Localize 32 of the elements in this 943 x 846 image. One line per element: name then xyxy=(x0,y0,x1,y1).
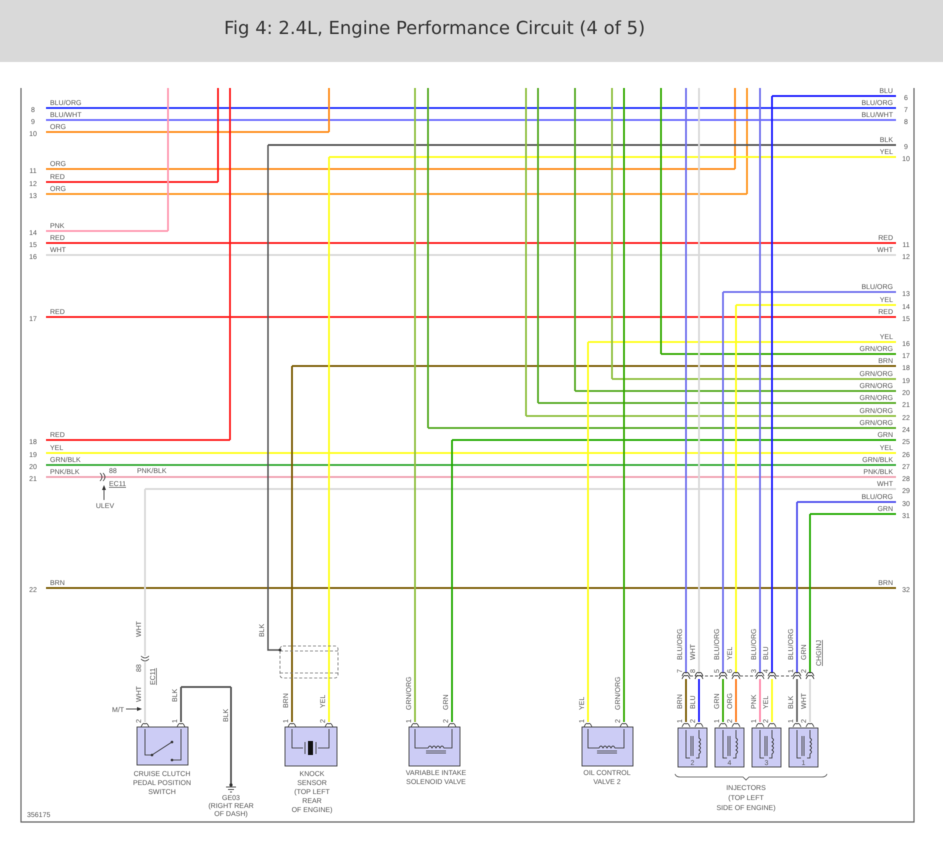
knock-sensor-symbol xyxy=(284,726,338,766)
wire xyxy=(809,679,811,722)
pin-terminal xyxy=(176,723,186,728)
pin-terminal xyxy=(288,723,296,728)
pin-terminal xyxy=(140,723,150,728)
pin-terminal xyxy=(584,723,592,728)
solenoid-symbol xyxy=(582,726,634,766)
figure-title: Fig 4: 2.4L, Engine Performance Circuit (4 of 5) xyxy=(224,18,646,38)
wire xyxy=(698,679,700,722)
pin-terminal xyxy=(620,723,628,728)
ground-icon xyxy=(226,783,236,792)
pin-terminal xyxy=(324,723,334,728)
connector-icon xyxy=(100,472,106,482)
solenoid-symbol xyxy=(408,726,460,766)
arrow xyxy=(102,485,106,500)
splice-dot xyxy=(278,648,282,652)
wire xyxy=(796,679,798,722)
switch-symbol xyxy=(136,726,188,766)
shield-drawing xyxy=(280,646,338,678)
injector-symbol xyxy=(752,728,782,768)
pin-terminal xyxy=(448,723,456,728)
arrow xyxy=(126,707,142,711)
wire xyxy=(771,679,773,722)
pin-terminal xyxy=(410,723,420,728)
connector-icon xyxy=(140,656,150,662)
wire xyxy=(685,679,687,722)
wire xyxy=(759,679,761,722)
injector-symbol xyxy=(714,728,744,768)
injector-symbol xyxy=(788,728,818,768)
injector-symbol xyxy=(678,728,708,768)
wire xyxy=(735,679,737,722)
wire xyxy=(722,679,724,722)
